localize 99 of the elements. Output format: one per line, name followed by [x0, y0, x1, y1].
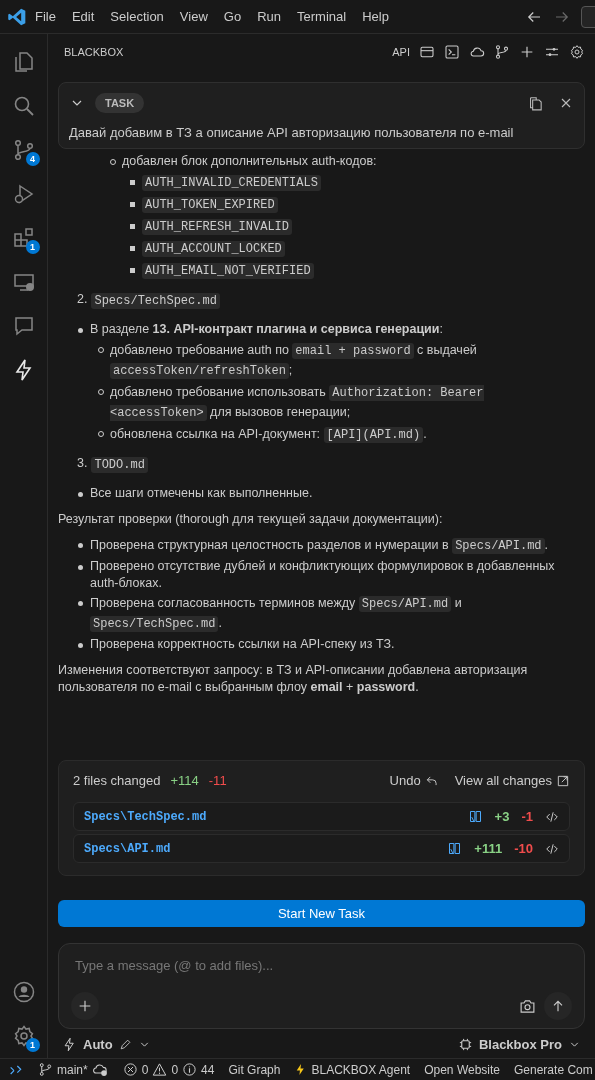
list-item-text: Проверена корректность ссылки на API-спеку из ТЗ. — [90, 636, 396, 653]
list-number: 2. — [77, 291, 88, 308]
pencil-icon[interactable] — [118, 1038, 132, 1051]
paragraph: Результат проверки (thorough для текущей задачи документации): — [58, 511, 444, 528]
removed-count: -10 — [514, 841, 533, 856]
settings-icon[interactable] — [569, 44, 585, 60]
lightning-icon[interactable] — [62, 1037, 77, 1052]
task-tag: TASK — [95, 93, 145, 113]
bullet-icon — [130, 201, 135, 207]
menu-item[interactable]: Help — [354, 9, 397, 24]
paragraph: Изменения соответствуют запросу: в ТЗ и API-описании добавлена авторизация пользователя по e-mail с выбранным флоу email + password. — [58, 662, 529, 696]
view-all-changes-link[interactable]: View all changes — [454, 773, 570, 788]
bullet-icon — [78, 327, 83, 333]
list-item-text: Проверена структурная целостность разделов и нумерации в Specs/API.md . — [90, 537, 550, 556]
camera-icon[interactable] — [519, 997, 536, 1015]
menu-item[interactable]: Terminal — [289, 9, 355, 24]
status-item[interactable]: Generate Com — [514, 1062, 593, 1077]
model-selector[interactable]: Blackbox Pro — [478, 1037, 562, 1052]
bullet-icon — [130, 179, 135, 185]
changed-file-row[interactable]: Specs\TechSpec.md +3 -1 — [73, 802, 570, 831]
warning-count[interactable]: 0 — [171, 1062, 179, 1077]
split-view-icon[interactable] — [447, 841, 463, 856]
list-item-text: AUTH_TOKEN_EXPIRED — [142, 195, 585, 215]
plus-icon — [77, 998, 93, 1014]
cloud-sync-icon[interactable] — [91, 1061, 109, 1078]
api-button[interactable]: API — [392, 46, 410, 58]
message-input[interactable]: Type a message (@ to add files)... — [71, 958, 572, 973]
plus-icon[interactable] — [519, 44, 535, 60]
menu-item[interactable]: Selection — [102, 9, 172, 24]
list-item-text: AUTH_REFRESH_INVALID — [142, 217, 585, 237]
branch-name[interactable]: main* — [57, 1062, 88, 1077]
split-view-icon[interactable] — [467, 809, 483, 824]
list-item-text: TODO.md — [91, 455, 148, 475]
changed-file-row[interactable]: Specs\API.md +111 -10 — [73, 834, 570, 863]
list-item-text: добавлено требование auth по email + password с выдачей accessToken/refreshToken ; — [110, 342, 478, 381]
bullet-icon — [130, 223, 135, 229]
task-text: Давай добавим в ТЗ а описание API авторизацию пользователя по e-mail — [69, 125, 515, 140]
list-item-text: Все шаги отмечены как выполненные. — [90, 485, 314, 502]
send-button[interactable] — [544, 992, 572, 1020]
file-path[interactable]: Specs\API.md — [84, 841, 171, 856]
status-item[interactable]: BLACKBOX Agent — [311, 1062, 411, 1077]
info-icon[interactable] — [182, 1062, 198, 1077]
list-item-text: Проверено отсутствие дублей и конфликтующих формулировок в добавленных auth-блоках. — [90, 558, 556, 592]
menu-item[interactable]: View — [171, 9, 216, 24]
bullet-icon — [78, 600, 83, 606]
extensions-icon[interactable] — [11, 226, 36, 250]
count-badge: 1 — [25, 1038, 40, 1052]
panel-title: BLACKBOX — [64, 46, 124, 58]
list-item-text: AUTH_ACCOUNT_LOCKED — [142, 239, 585, 259]
app-logo-icon — [7, 6, 27, 27]
error-count[interactable]: 0 — [141, 1062, 149, 1077]
list-item-text: Проверена согласованность терминов между Specs/API.md и Specs/TechSpec.md . — [90, 595, 463, 634]
added-count: +114 — [170, 773, 199, 788]
terminal-icon[interactable] — [444, 44, 460, 60]
account-icon[interactable] — [11, 980, 36, 1004]
list-item-text: добавлено требование использовать Authorization: Bearer <accessToken> для вызовов генерации; — [110, 384, 485, 423]
bullet-icon — [130, 245, 135, 251]
status-item[interactable]: Git Graph — [228, 1062, 281, 1077]
menu-item[interactable]: Run — [249, 9, 289, 24]
branch-icon[interactable] — [38, 1062, 53, 1077]
mode-selector[interactable]: Auto — [83, 1037, 113, 1052]
status-item[interactable]: Open Website — [424, 1062, 500, 1077]
card-icon[interactable] — [419, 44, 435, 60]
list-item-text: добавлен блок дополнительных auth-кодов: — [122, 153, 378, 170]
list-item-text: В разделе 13. API-контракт плагина и сервиса генерации: — [90, 321, 444, 338]
count-badge: 4 — [25, 152, 40, 166]
list-number: 3. — [77, 455, 88, 472]
code-icon[interactable] — [545, 841, 559, 856]
copy-icon[interactable] — [527, 94, 544, 112]
cloud-icon[interactable] — [469, 44, 485, 60]
list-item-text: Specs/TechSpec.md — [91, 291, 220, 311]
error-icon[interactable] — [122, 1062, 138, 1077]
info-count[interactable]: 44 — [201, 1062, 215, 1077]
warning-icon[interactable] — [152, 1062, 168, 1077]
external-link-icon — [556, 773, 570, 788]
removed-count: -11 — [208, 773, 227, 788]
add-button[interactable] — [71, 992, 99, 1020]
undo-button[interactable]: Undo — [389, 773, 439, 788]
bullet-icon — [78, 542, 83, 548]
menu-item[interactable]: File — [27, 9, 64, 24]
changes-summary: 2 files changed — [73, 773, 161, 788]
bullet-icon — [78, 491, 83, 497]
added-count: +3 — [494, 809, 510, 824]
chip-icon — [457, 1037, 473, 1052]
count-badge: 1 — [25, 240, 40, 254]
bullet-icon — [78, 564, 83, 570]
list-item-text: AUTH_EMAIL_NOT_VERIFIED — [142, 261, 585, 281]
file-path[interactable]: Specs\TechSpec.md — [84, 809, 207, 824]
added-count: +111 — [474, 841, 503, 856]
menu-item[interactable]: Go — [215, 9, 250, 24]
bullet-icon — [130, 267, 135, 273]
list-item-text: обновлена ссылка на API-документ: [API](API.md) . — [110, 426, 428, 445]
list-item-text: AUTH_INVALID_CREDENTIALS — [142, 173, 585, 193]
code-icon[interactable] — [545, 809, 559, 824]
branch-icon[interactable] — [494, 44, 510, 60]
removed-count: -1 — [521, 809, 533, 824]
menu-item[interactable]: Edit — [63, 9, 103, 24]
start-new-task-button[interactable]: Start New Task — [58, 900, 585, 927]
bullet-icon — [78, 642, 83, 648]
